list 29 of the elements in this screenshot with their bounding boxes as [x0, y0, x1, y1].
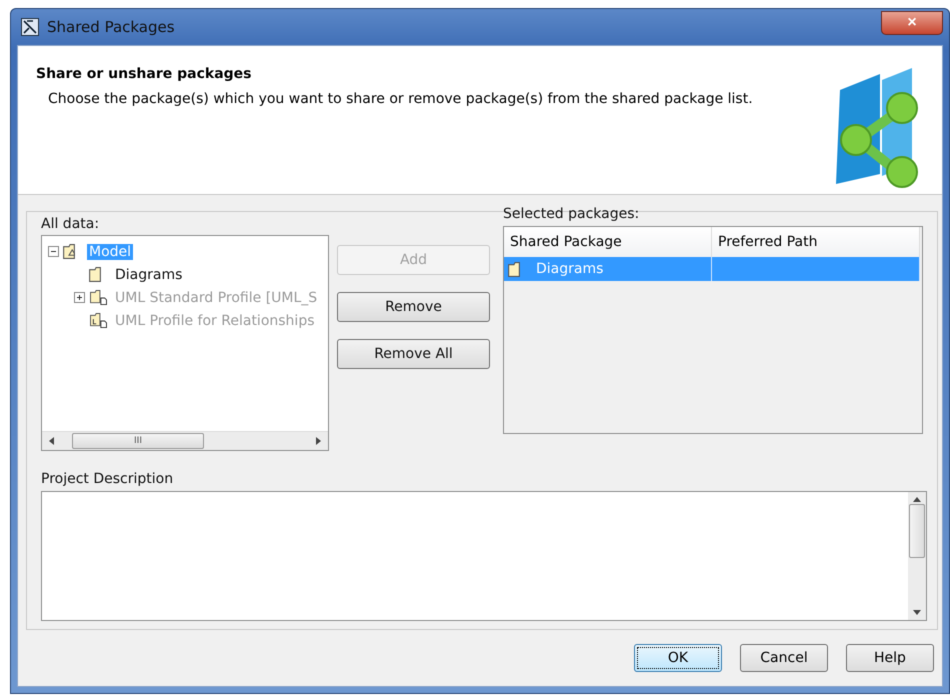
vertical-scrollbar[interactable]	[908, 492, 926, 620]
description-field[interactable]	[41, 491, 927, 621]
action-button[interactable]: Remove	[337, 292, 490, 322]
column-header[interactable]: Shared Package	[504, 227, 712, 257]
tree-item[interactable]: Diagrams	[113, 266, 184, 282]
window-title: Shared Packages	[47, 18, 176, 36]
collapse-icon[interactable]	[48, 246, 59, 257]
table-cell[interactable]	[712, 257, 920, 281]
selected-packages-label: Selected packages:	[503, 206, 640, 222]
dialog-button[interactable]: Cancel	[740, 644, 828, 672]
scroll-down-icon[interactable]	[913, 608, 921, 616]
header-title: Share or unshare packages	[36, 66, 252, 82]
project-description-label: Project Description	[41, 471, 174, 487]
all-data-label: All data:	[41, 216, 100, 232]
dialog-button[interactable]: OK	[634, 644, 722, 672]
profile-package-icon	[89, 313, 108, 328]
scrollbar-thumb[interactable]: III	[72, 433, 204, 449]
header-description: Choose the package(s) which you want to share or remove package(s) from the shared package list.	[47, 91, 754, 107]
folder-icon	[89, 267, 101, 282]
dialog-button[interactable]: Help	[846, 644, 934, 672]
app-icon	[21, 18, 39, 36]
folder-icon	[508, 262, 520, 276]
profile-package-icon	[89, 290, 108, 305]
horizontal-scrollbar[interactable]: III	[42, 431, 328, 450]
scroll-left-icon[interactable]	[48, 437, 56, 445]
column-header[interactable]: Preferred Path	[712, 227, 920, 257]
action-button[interactable]: Remove All	[337, 339, 490, 369]
scroll-right-icon[interactable]	[314, 437, 322, 445]
model-package-icon	[63, 244, 75, 259]
